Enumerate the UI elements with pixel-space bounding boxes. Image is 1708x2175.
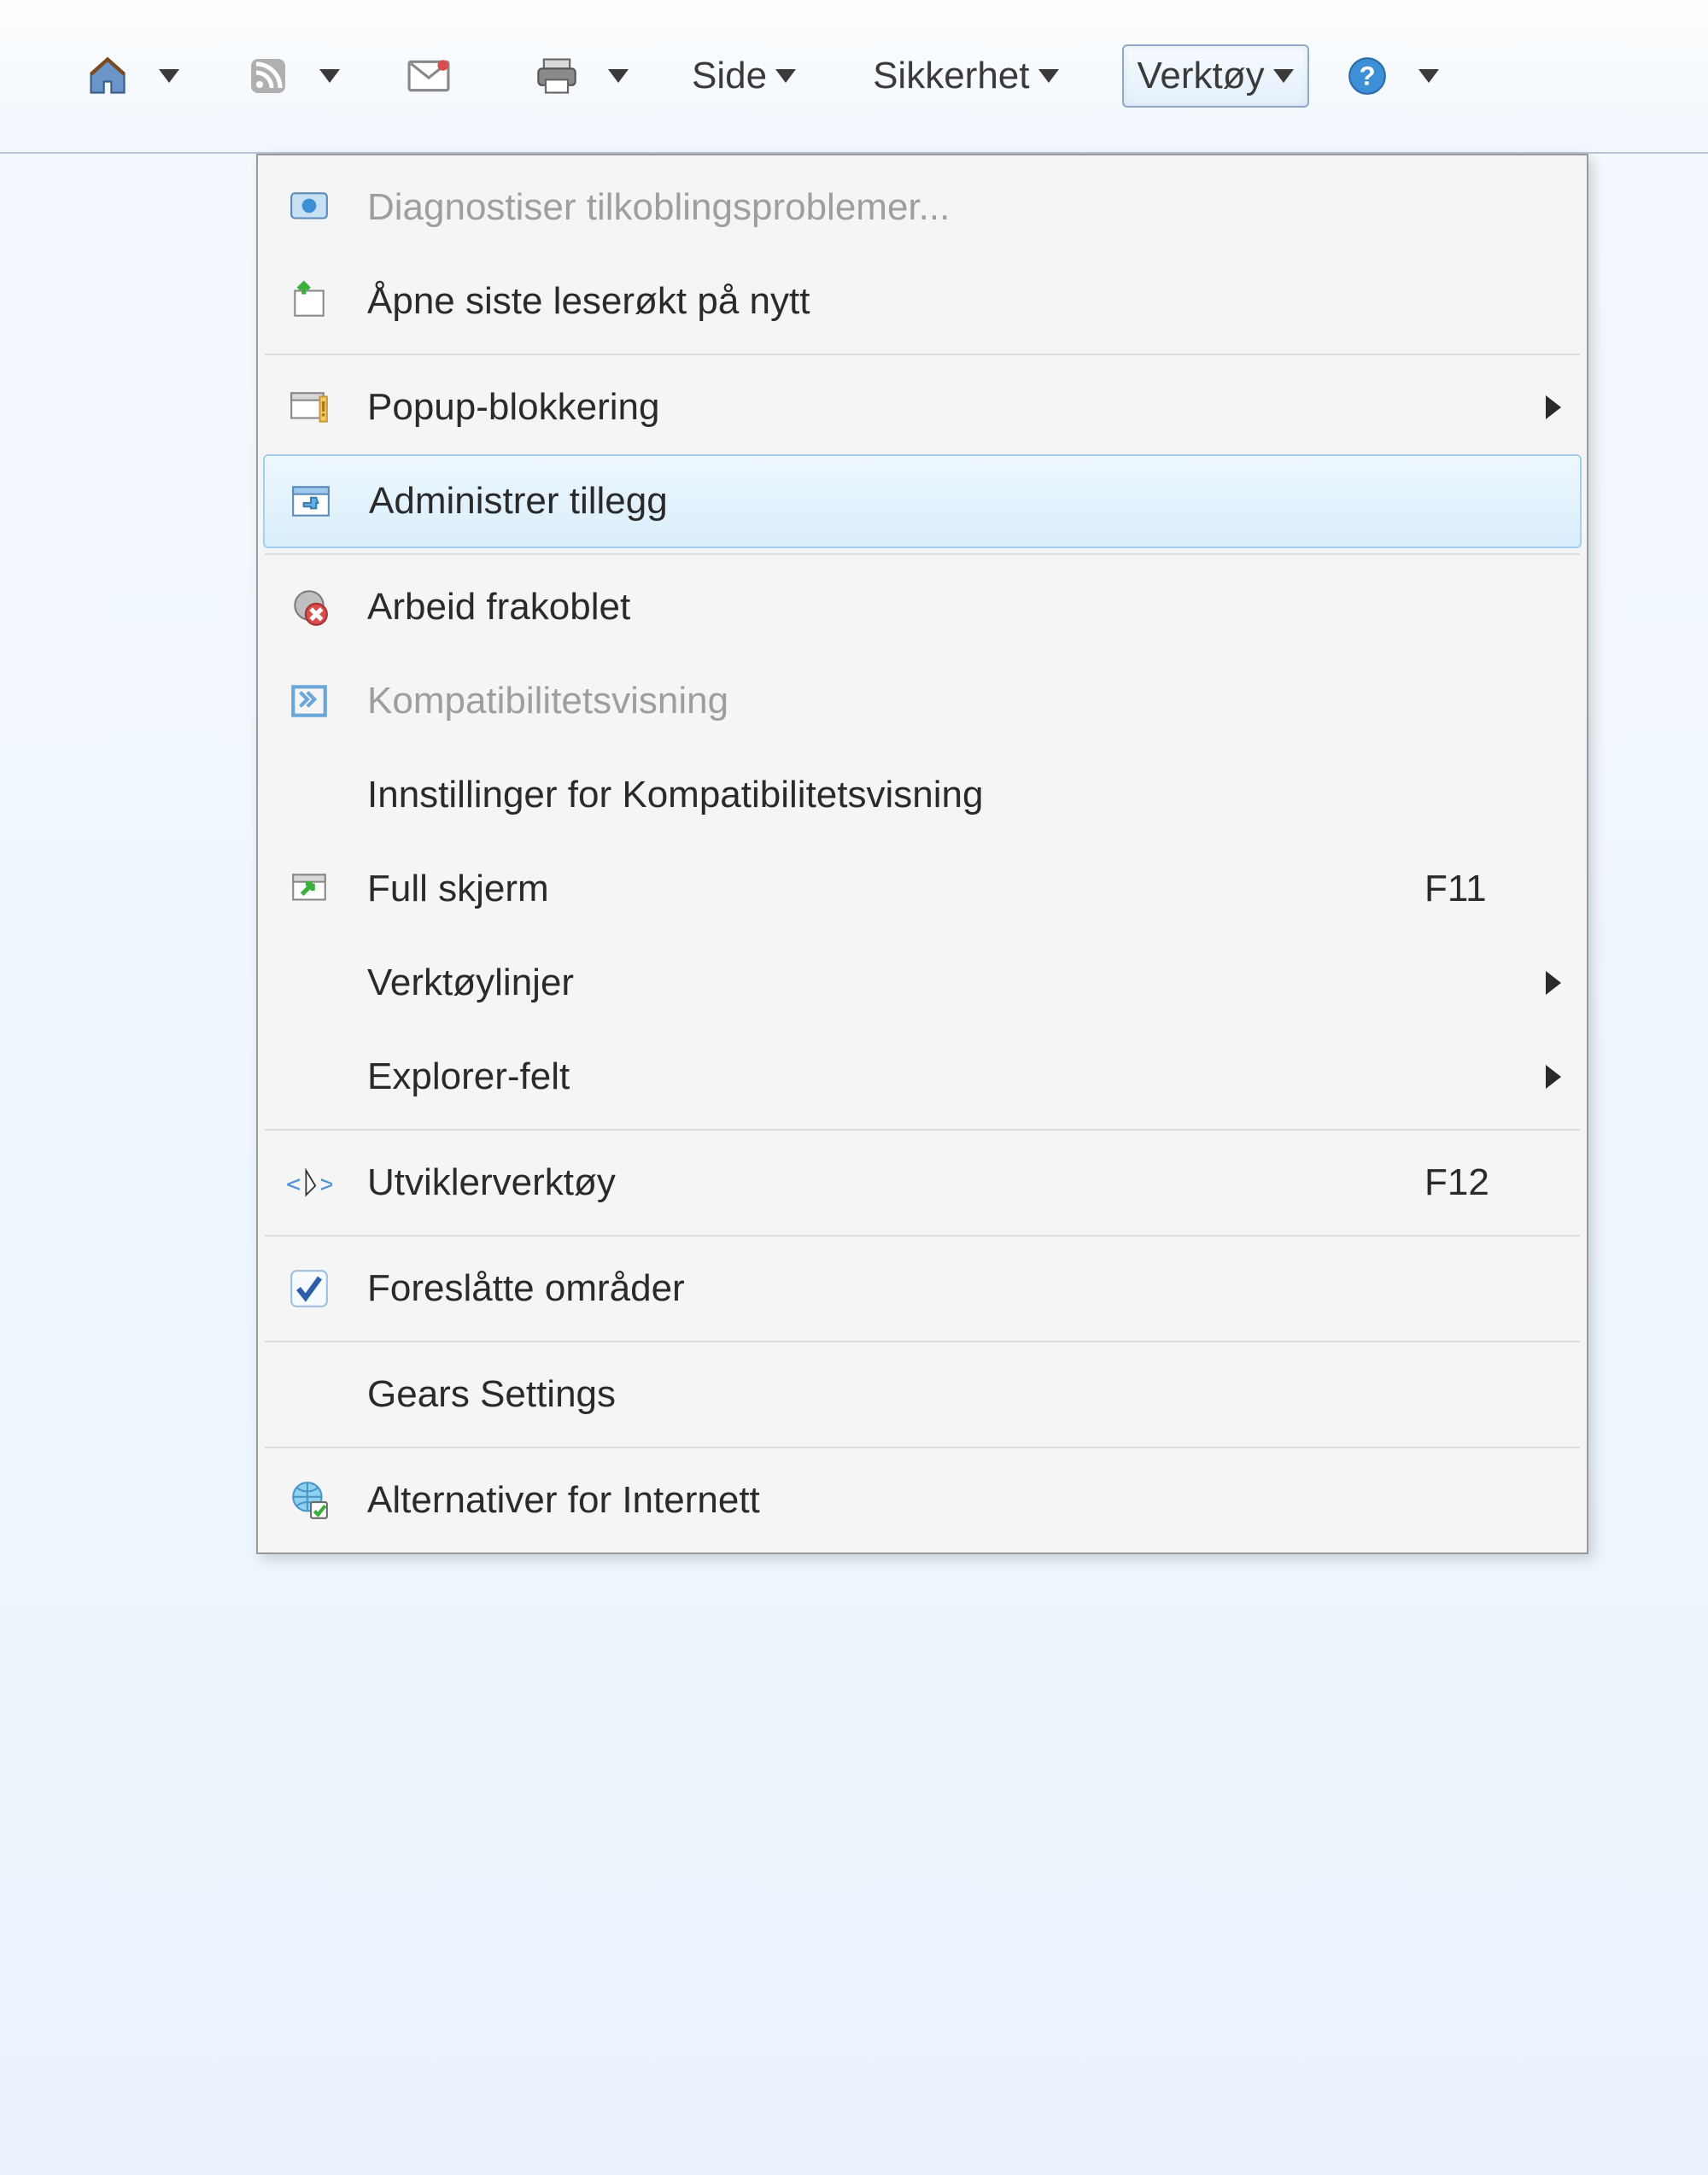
menu-separator [265, 1341, 1580, 1342]
menu-item-developer-tools[interactable]: < > Utviklerverktøy F12 [263, 1136, 1582, 1230]
fullscreen-icon [275, 863, 343, 915]
page-label: Side [692, 55, 767, 97]
compat-icon [275, 675, 343, 727]
menu-separator [265, 354, 1580, 355]
check-icon [275, 1263, 343, 1314]
menu-item-label: Arbeid frakoblet [367, 586, 1561, 629]
svg-text:<: < [286, 1169, 301, 1198]
menu-item-full-screen[interactable]: Full skjerm F11 [263, 842, 1582, 936]
submenu-arrow-icon [1546, 971, 1561, 995]
menu-item-label: Full skjerm [367, 868, 1424, 910]
menu-item-label: Administrer tillegg [369, 480, 1559, 523]
mail-icon [403, 50, 454, 102]
menu-item-label: Verktøylinjer [367, 962, 1529, 1004]
menu-item-toolbars[interactable]: Verktøylinjer [263, 936, 1582, 1030]
menu-item-popup-blocker[interactable]: ! Popup-blokkering [263, 360, 1582, 454]
menu-item-label: Explorer-felt [367, 1055, 1529, 1098]
chevron-down-icon [1273, 69, 1294, 83]
menu-item-shortcut: F12 [1424, 1161, 1561, 1204]
menu-item-label: Innstillinger for Kompatibilitetsvisning [367, 774, 1561, 816]
tools-dropdown-menu: Diagnostiser tilkoblingsproblemer... Åpn… [256, 154, 1588, 1554]
blank-icon [275, 1369, 343, 1420]
tools-menu-button[interactable]: Verktøy [1122, 44, 1309, 108]
read-mail-button[interactable] [389, 42, 468, 110]
submenu-arrow-icon [1546, 1065, 1561, 1089]
command-bar: Side Sikkerhet Verktøy ? [0, 0, 1708, 154]
help-icon: ? [1342, 50, 1393, 102]
menu-item-diagnose-connection: Diagnostiser tilkoblingsproblemer... [263, 161, 1582, 254]
chevron-down-icon [775, 69, 796, 83]
menu-item-label: Utviklerverktøy [367, 1161, 1424, 1204]
menu-item-label: Kompatibilitetsvisning [367, 680, 1561, 722]
menu-item-explorer-bars[interactable]: Explorer-felt [263, 1030, 1582, 1124]
menu-separator [265, 553, 1580, 555]
menu-item-label: Diagnostiser tilkoblingsproblemer... [367, 186, 1561, 229]
menu-item-work-offline[interactable]: Arbeid frakoblet [263, 560, 1582, 654]
menu-item-label: Foreslåtte områder [367, 1267, 1561, 1310]
home-icon [82, 50, 133, 102]
printer-icon [531, 50, 582, 102]
menu-item-compatibility-view: Kompatibilitetsvisning [263, 654, 1582, 748]
safety-label: Sikkerhet [873, 55, 1029, 97]
menu-item-gears-settings[interactable]: Gears Settings [263, 1348, 1582, 1441]
chevron-down-icon[interactable] [159, 69, 179, 83]
menu-item-shortcut: F11 [1424, 868, 1561, 910]
chevron-down-icon[interactable] [319, 69, 340, 83]
blank-icon [275, 769, 343, 821]
print-button[interactable] [518, 42, 596, 110]
menu-item-label: Alternativer for Internett [367, 1479, 1561, 1522]
menu-item-label: Gears Settings [367, 1373, 1561, 1416]
rss-icon [243, 50, 294, 102]
safety-menu-button[interactable]: Sikkerhet [859, 46, 1072, 106]
page-menu-button[interactable]: Side [678, 46, 810, 106]
svg-text:>: > [320, 1169, 332, 1198]
blank-icon [275, 1051, 343, 1102]
menu-item-compatibility-settings[interactable]: Innstillinger for Kompatibilitetsvisning [263, 748, 1582, 842]
menu-item-manage-addons[interactable]: Administrer tillegg [263, 454, 1582, 548]
menu-item-label: Åpne siste leserøkt på nytt [367, 280, 1561, 323]
menu-item-internet-options[interactable]: Alternativer for Internett [263, 1453, 1582, 1547]
feeds-button[interactable] [229, 42, 307, 110]
popup-block-icon: ! [275, 382, 343, 433]
menu-separator [265, 1129, 1580, 1131]
chevron-down-icon[interactable] [608, 69, 629, 83]
blank-icon [275, 957, 343, 1009]
help-button[interactable]: ? [1328, 42, 1407, 110]
menu-item-suggested-sites[interactable]: Foreslåtte områder [263, 1242, 1582, 1336]
addons-icon [277, 476, 345, 527]
internet-options-icon [275, 1475, 343, 1526]
chevron-down-icon [1038, 69, 1059, 83]
menu-separator [265, 1447, 1580, 1448]
reopen-icon [275, 276, 343, 327]
menu-item-reopen-last-session[interactable]: Åpne siste leserøkt på nytt [263, 254, 1582, 348]
submenu-arrow-icon [1546, 395, 1561, 419]
diagnose-icon [275, 182, 343, 233]
menu-item-label: Popup-blokkering [367, 386, 1529, 429]
chevron-down-icon[interactable] [1418, 69, 1439, 83]
menu-separator [265, 1235, 1580, 1237]
svg-text:?: ? [1359, 61, 1375, 91]
home-button[interactable] [68, 42, 147, 110]
tools-label: Verktøy [1138, 55, 1265, 97]
devtools-icon: < > [275, 1157, 343, 1208]
offline-icon [275, 582, 343, 633]
svg-text:!: ! [320, 397, 327, 421]
